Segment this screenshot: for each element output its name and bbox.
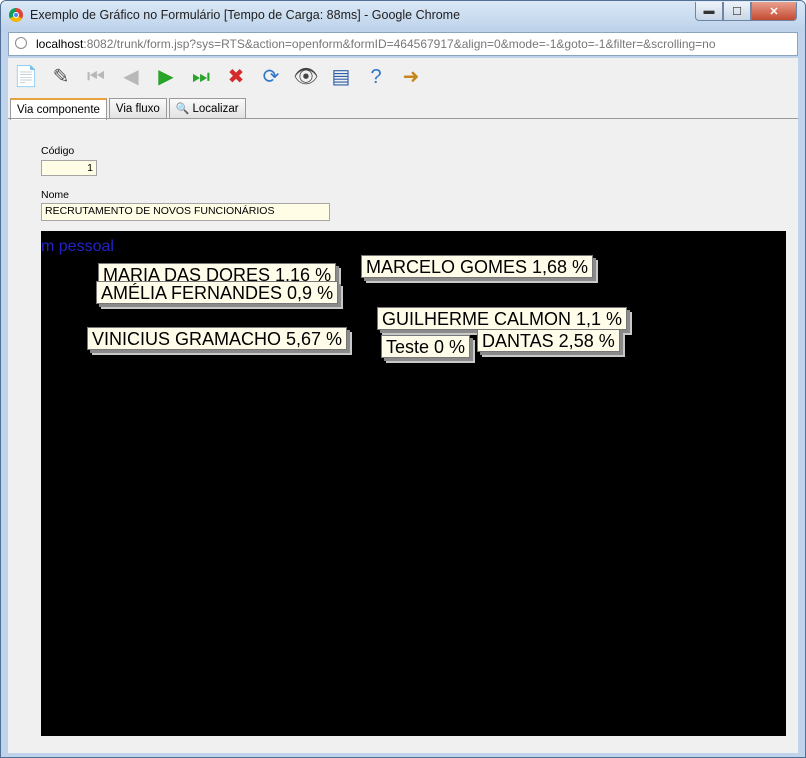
page-content: 📄 ✎ ⏮ ◀ ▶ ⏭ ✖ ⟳ 👁 ▤? ➜ Via componente Via fluxo 🔍 Loc… (8, 58, 798, 753)
tab-localizar[interactable]: 🔍 Localizar (168, 98, 246, 118)
tab-divider (8, 118, 798, 119)
pie-slice-label: VINICIUS GRAMACHO 5,67 % (87, 327, 348, 350)
window-controls: ▬ ☐ ✕ (695, 2, 797, 21)
tab-strip: Via componente Via fluxo 🔍 Localizar (10, 98, 248, 120)
pie-slice-label: DANTAS 2,58 % (477, 329, 620, 352)
tab-label: Via componente (17, 104, 100, 116)
codigo-field[interactable]: 1 (41, 160, 97, 176)
delete-record-icon[interactable]: ✖ (223, 64, 249, 90)
address-bar[interactable]: localhost:8082/trunk/form.jsp?sys=RTS&ac… (8, 32, 798, 56)
title-bar[interactable]: Exemplo de Gráfico no Formulário [Tempo … (1, 1, 805, 31)
chart-title: m pessoal (41, 238, 114, 255)
form-toolbar: 📄 ✎ ⏮ ◀ ▶ ⏭ ✖ ⟳ 👁 ▤? ➜ (8, 58, 798, 96)
pie-slice-label: AMÉLIA FERNANDES 0,9 % (96, 281, 339, 304)
pie-slice-label: Teste 0 % (381, 335, 471, 358)
url-path: :8082/trunk/form.jsp?sys=RTS&action=open… (83, 37, 716, 51)
browser-window: Exemplo de Gráfico no Formulário [Tempo … (0, 0, 806, 758)
url-text[interactable]: localhost:8082/trunk/form.jsp?sys=RTS&ac… (36, 37, 716, 51)
tab-label: Via fluxo (115, 102, 160, 115)
pie-slice-label: MARCELO GOMES 1,68 % (361, 255, 594, 278)
previous-record-icon[interactable]: ◀ (118, 64, 144, 90)
tab-via-componente[interactable]: Via componente (10, 98, 107, 120)
pie-chart: m pessoal MARIA DAS DORES 1,16 % AMÉLIA F… (41, 231, 786, 736)
new-record-icon[interactable]: 📄 (13, 64, 39, 90)
search-icon[interactable]: 👁 (293, 64, 319, 90)
nome-field[interactable]: RECRUTAMENTO DE NOVOS FUNCIONÁRIOS (41, 203, 330, 221)
help-icon[interactable]: ? (363, 64, 389, 90)
edit-record-icon[interactable]: ✎ (48, 64, 74, 90)
pie-slice-label: GUILHERME CALMON 1,1 % (377, 307, 628, 330)
nome-label: Nome (41, 189, 70, 201)
tab-via-fluxo[interactable]: Via fluxo (108, 98, 167, 118)
minimize-button[interactable]: ▬ (695, 2, 723, 21)
url-host: localhost (36, 37, 84, 51)
refresh-icon[interactable]: ⟳ (258, 64, 284, 90)
form-view-icon[interactable]: ▤ (328, 64, 354, 90)
next-record-icon[interactable]: ▶ (153, 64, 179, 90)
last-record-icon[interactable]: ⏭ (188, 64, 214, 90)
search-icon: 🔍 (175, 103, 190, 115)
tab-label: Localizar (192, 102, 239, 115)
codigo-label: Código (41, 145, 75, 157)
window-title: Exemplo de Gráfico no Formulário [Tempo … (30, 8, 461, 22)
exit-icon[interactable]: ➜ (398, 64, 424, 90)
page-info-icon[interactable] (15, 37, 27, 49)
chrome-logo-icon (9, 8, 23, 22)
maximize-button[interactable]: ☐ (723, 2, 751, 21)
close-button[interactable]: ✕ (751, 2, 797, 21)
first-record-icon[interactable]: ⏮ (83, 64, 109, 90)
